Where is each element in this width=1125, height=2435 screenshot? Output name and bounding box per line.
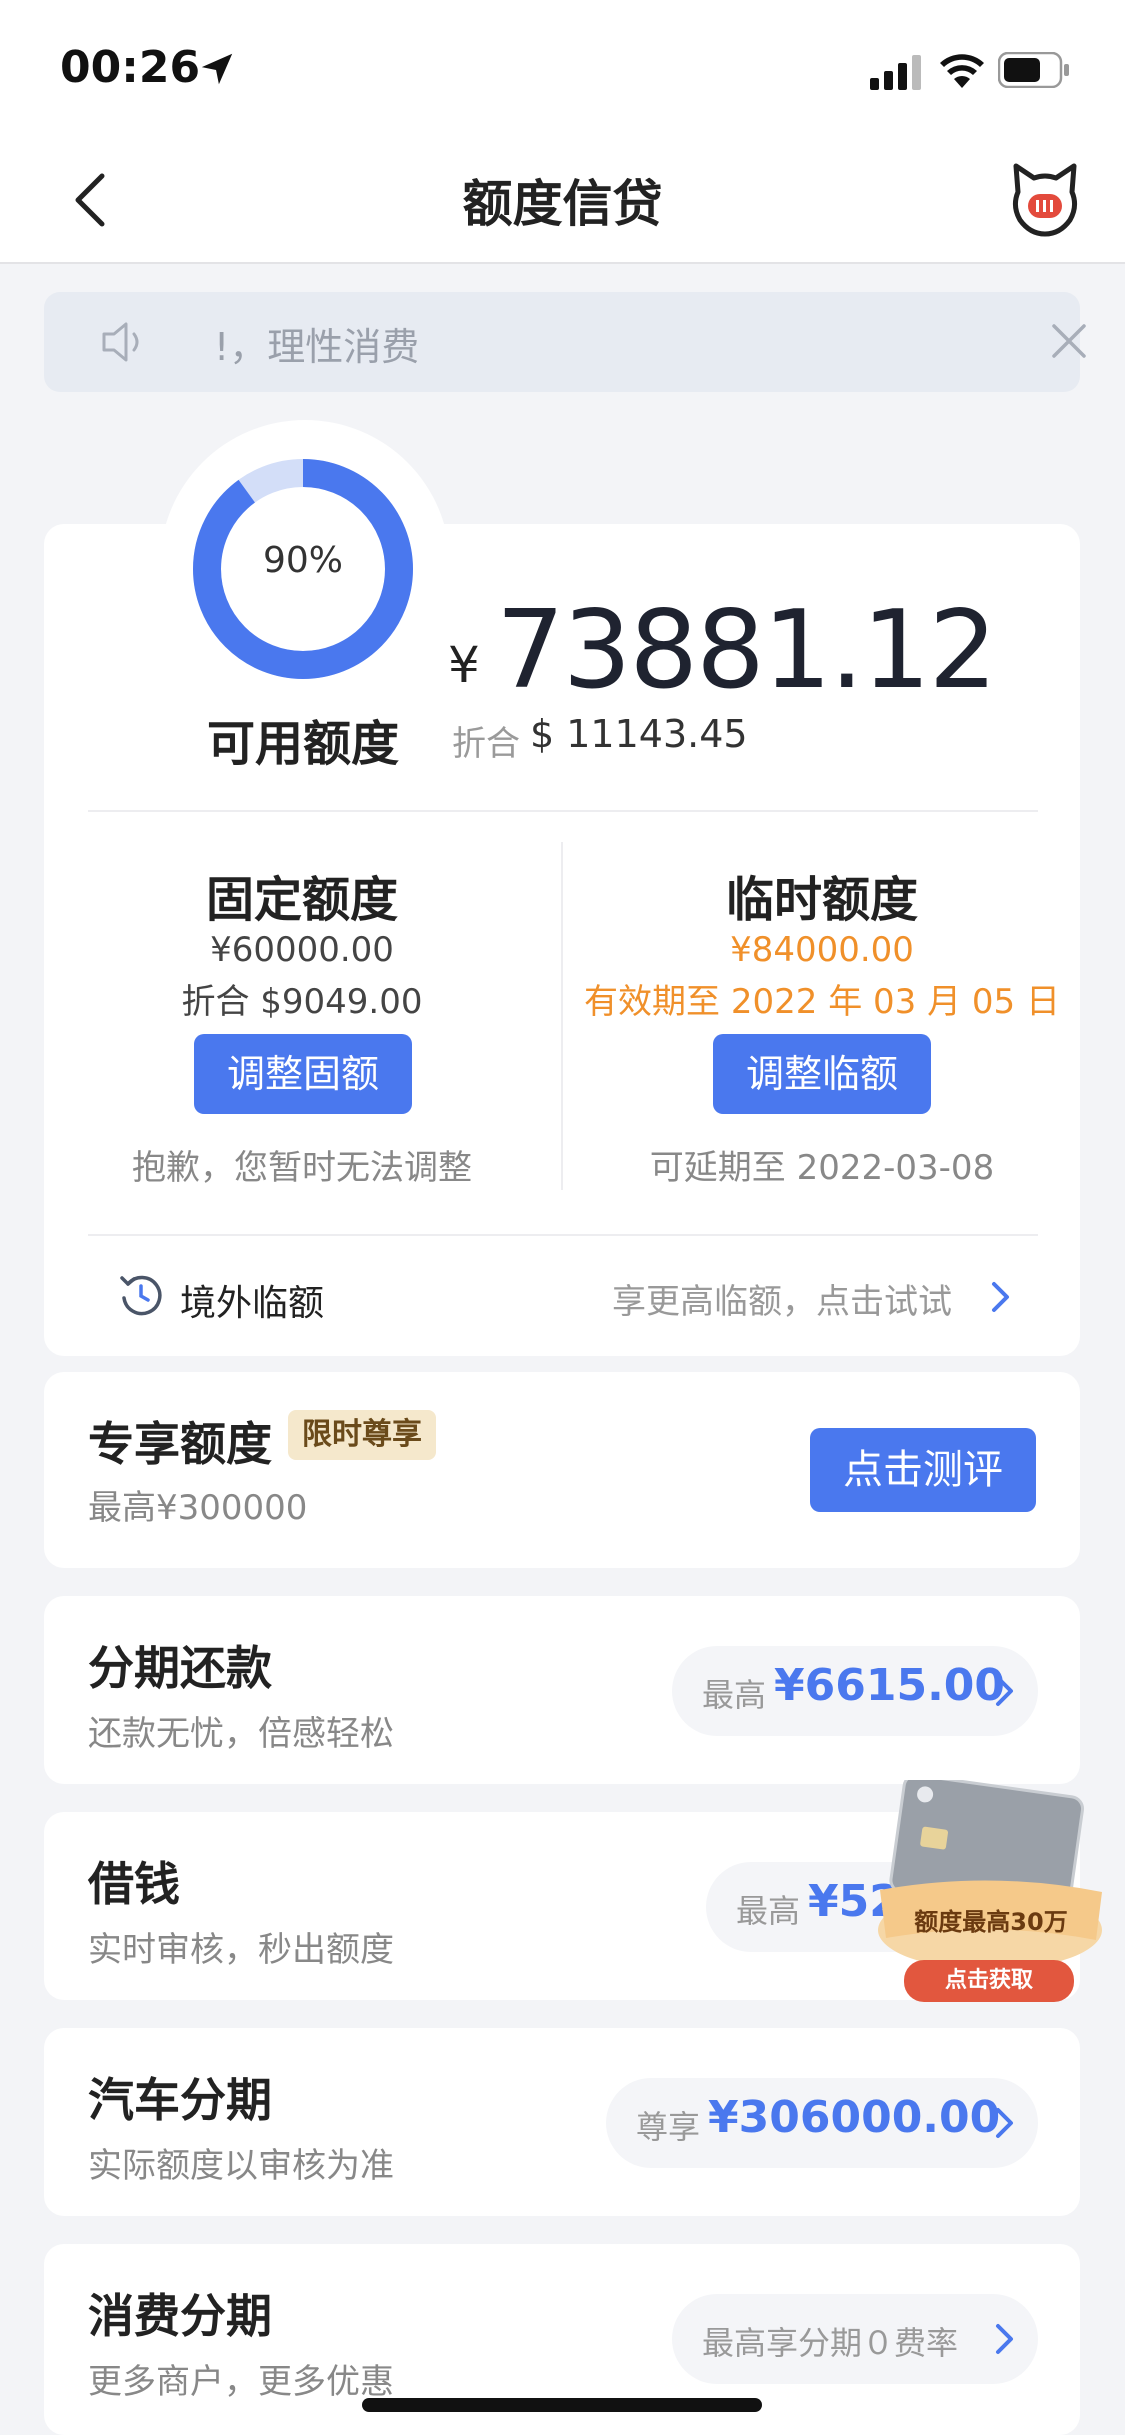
status-time: 00:26 <box>60 42 201 93</box>
chevron-right-icon <box>996 2108 1013 2138</box>
available-credit-amount: 73881.12 <box>496 588 997 713</box>
chevron-right-icon <box>996 1676 1013 1706</box>
installment-sub: 还款无忧，倍感轻松 <box>88 1714 394 1754</box>
car-installment-card[interactable]: 汽车分期 实际额度以审核为准 尊享 ¥306000.00 <box>44 2028 1080 2216</box>
overseas-credit-label[interactable]: 境外临额 <box>180 1274 324 1326</box>
pill-value: ¥306000.00 <box>708 2092 1001 2143</box>
speaker-icon <box>102 322 139 362</box>
fixed-credit-title: 固定额度 <box>205 872 398 928</box>
notice-text: !，理性消费 <box>214 325 420 369</box>
page-title: 额度信贷 <box>462 175 663 233</box>
usage-percent: 90% <box>262 540 343 581</box>
pill-label: 最高享分期０费率 <box>702 2324 959 2362</box>
converted-label: 折合 <box>452 724 520 764</box>
pill-label: 尊享 <box>636 2108 701 2146</box>
installment-repayment-card[interactable]: 分期还款 还款无忧，倍感轻松 最高 ¥6615.00 <box>44 1596 1080 1784</box>
notice-banner[interactable]: !，理性消费 <box>44 292 1086 392</box>
status-bar: 00:26 <box>0 0 1125 140</box>
customer-service-cat-icon[interactable] <box>1010 162 1080 238</box>
pill-label: 最高 <box>702 1676 767 1714</box>
cellular-signal-icon <box>870 55 921 90</box>
fixed-credit-converted: 折合 $9049.00 <box>181 982 423 1022</box>
nav-bar: 额度信贷 <box>0 140 1125 264</box>
car-limit-pill[interactable]: 尊享 ¥306000.00 <box>606 2078 1038 2168</box>
limited-time-badge: 限时尊享 <box>288 1410 436 1460</box>
temp-credit-note: 可延期至 2022-03-08 <box>649 1148 995 1188</box>
evaluate-button[interactable]: 点击测评 <box>810 1428 1036 1512</box>
exclusive-credit-title: 专享额度 <box>88 1417 272 1471</box>
promo-get-button[interactable]: 点击获取 <box>904 1960 1074 2002</box>
converted-amount: $ 11143.45 <box>530 712 748 756</box>
temp-credit-amount: ¥84000.00 <box>730 930 914 970</box>
consumer-installment-sub: 更多商户，更多优惠 <box>88 2362 394 2402</box>
temp-credit-valid-until: 有效期至 2022 年 03 月 05 日 <box>584 982 1060 1022</box>
home-indicator <box>362 2398 762 2412</box>
clock-refresh-icon <box>120 1275 162 1316</box>
available-credit-label: 可用额度 <box>206 716 399 772</box>
adjust-fixed-button[interactable]: 调整固额 <box>194 1034 412 1114</box>
divider <box>88 1234 1038 1236</box>
promo-text: 额度最高30万 <box>914 1908 1068 1936</box>
wifi-icon <box>940 54 984 88</box>
overseas-credit-hint[interactable]: 享更高临额，点击试试 <box>612 1274 952 1323</box>
battery-icon <box>998 52 1069 88</box>
pill-label: 最高 <box>736 1892 801 1930</box>
borrow-sub: 实时审核，秒出额度 <box>88 1930 394 1970</box>
location-arrow-icon <box>201 53 233 85</box>
pill-value: ¥6615.00 <box>774 1660 1006 1711</box>
borrow-title: 借钱 <box>88 1857 180 1911</box>
installment-limit-pill[interactable]: 最高 ¥6615.00 <box>672 1646 1038 1736</box>
fixed-credit-amount: ¥60000.00 <box>210 930 394 970</box>
temp-credit-title: 临时额度 <box>725 872 918 928</box>
exclusive-credit-sub: 最高¥300000 <box>88 1488 308 1528</box>
exclusive-credit-card[interactable]: 专享额度 限时尊享 最高¥300000 点击测评 <box>44 1372 1080 1568</box>
chevron-right-icon[interactable] <box>990 1280 1012 1314</box>
consumer-installment-title: 消费分期 <box>88 2289 272 2343</box>
car-installment-sub: 实际额度以审核为准 <box>88 2146 394 2186</box>
fixed-credit-note: 抱歉，您暂时无法调整 <box>132 1148 472 1188</box>
installment-title: 分期还款 <box>88 1641 272 1695</box>
adjust-temp-button[interactable]: 调整临额 <box>713 1034 931 1114</box>
car-installment-title: 汽车分期 <box>88 2073 272 2127</box>
chevron-right-icon <box>996 2324 1013 2354</box>
credit-card-promo[interactable]: 额度最高30万 点击获取 <box>870 1773 1110 2010</box>
divider <box>88 810 1038 812</box>
close-icon[interactable] <box>1050 322 1088 360</box>
currency-symbol: ¥ <box>448 636 480 694</box>
consumer-rate-pill[interactable]: 最高享分期０费率 <box>672 2294 1038 2384</box>
